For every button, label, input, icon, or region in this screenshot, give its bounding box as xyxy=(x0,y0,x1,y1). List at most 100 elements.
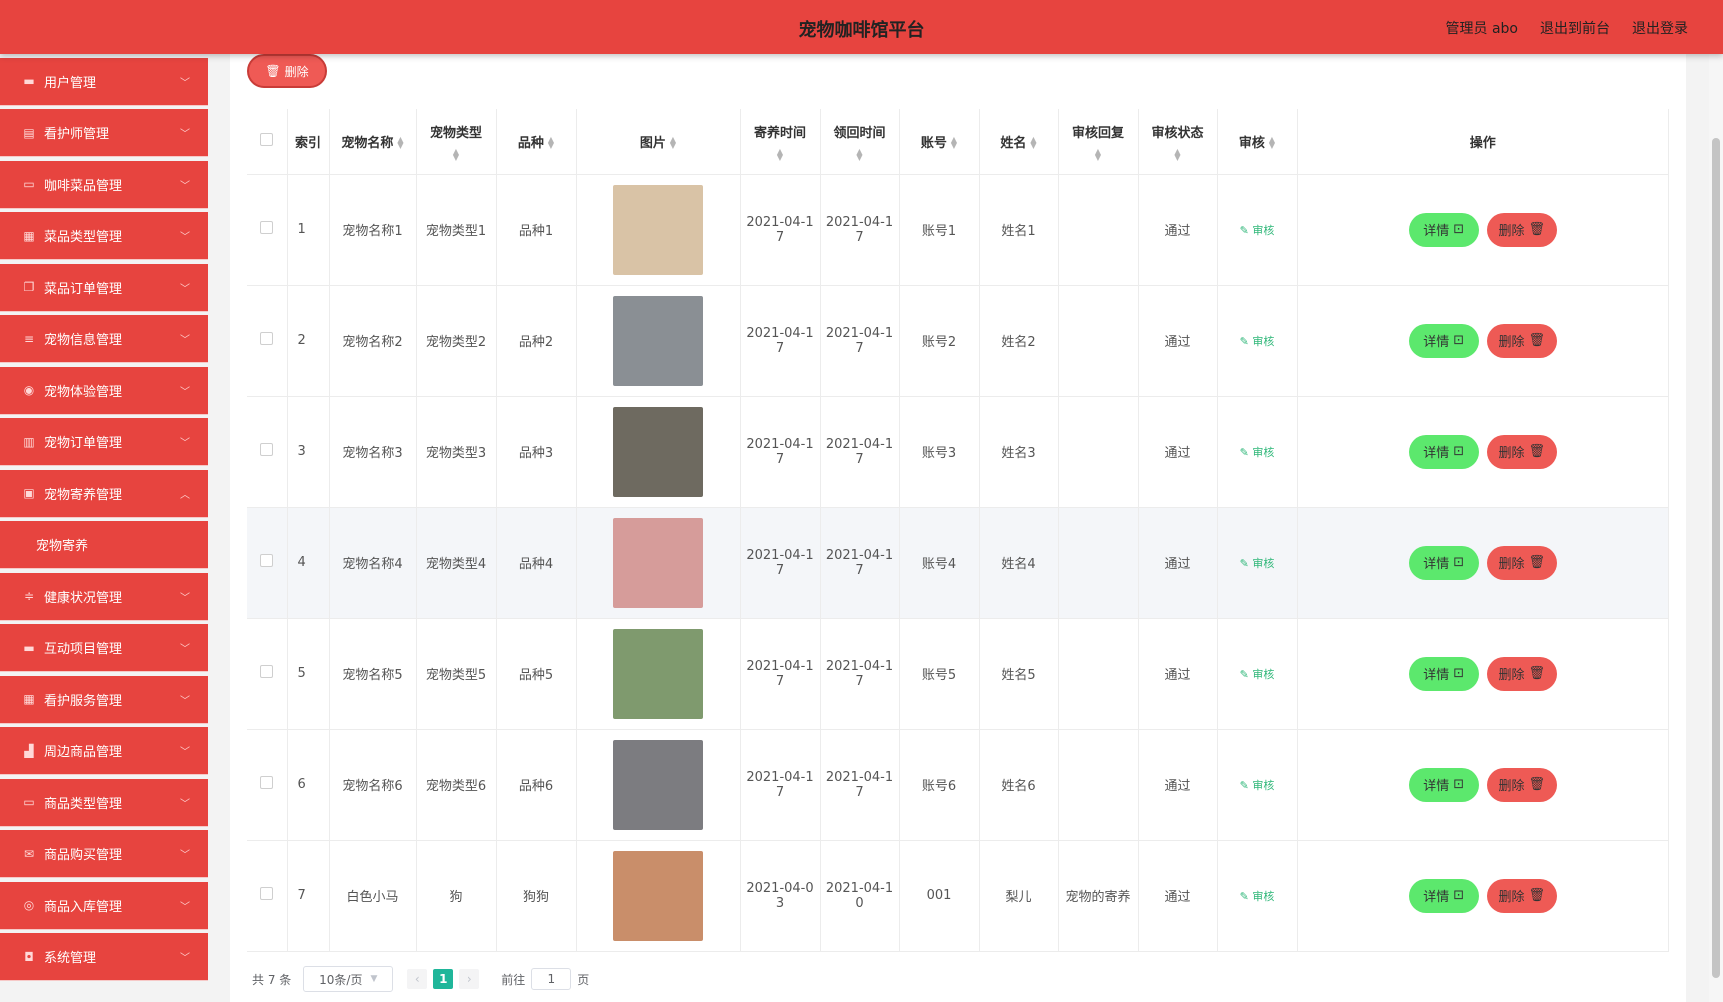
sidebar-item[interactable]: ≑ 健康状况管理 ﹀ xyxy=(0,572,208,621)
col-breed[interactable]: 品种 ▲ ▼ xyxy=(496,109,577,175)
table-row[interactable]: 7 白色小马狗狗狗 2021-04-0 3 2021-04-1 0 001 梨儿 宠物的寄养 通过… xyxy=(247,840,1669,952)
sidebar-item[interactable]: ▦ 菜品类型管理 ﹀ xyxy=(0,212,208,260)
logout-link[interactable]: 退出登录 xyxy=(1632,18,1688,38)
vertical-scrollbar[interactable] xyxy=(1709,54,1723,1002)
row-checkbox-cell[interactable] xyxy=(247,507,288,619)
back-to-front-link[interactable]: 退出到前台 xyxy=(1540,18,1610,38)
row-checkbox-cell[interactable] xyxy=(247,396,288,508)
col-audit[interactable]: 审核 ▲ ▼ xyxy=(1217,109,1298,175)
audit-link[interactable]: ✎ 审核 xyxy=(1240,224,1275,237)
sort-icon[interactable]: ▲ ▼ xyxy=(821,147,899,161)
detail-button[interactable]: 详情 ⊡ xyxy=(1408,212,1479,247)
delete-button[interactable]: 删除 🗑 xyxy=(1486,545,1557,580)
col-username[interactable]: 姓名 ▲ ▼ xyxy=(979,109,1059,175)
audit-link[interactable]: ✎ 审核 xyxy=(1240,446,1275,459)
pet-photo[interactable] xyxy=(613,295,703,386)
pet-photo[interactable] xyxy=(613,739,703,830)
row-checkbox[interactable] xyxy=(260,443,274,456)
select-all-checkbox[interactable] xyxy=(260,132,274,146)
sort-icon[interactable]: ▲ ▼ xyxy=(951,136,957,150)
row-checkbox-cell[interactable] xyxy=(247,285,288,397)
prev-page-button[interactable]: ‹ xyxy=(407,969,428,989)
sort-icon[interactable]: ▲ ▼ xyxy=(417,147,496,161)
row-checkbox-cell[interactable] xyxy=(247,729,288,841)
delete-button[interactable]: 删除 🗑 xyxy=(1486,656,1557,691)
row-checkbox[interactable] xyxy=(260,887,274,900)
delete-button[interactable]: 删除 🗑 xyxy=(1486,323,1557,358)
delete-button[interactable]: 删除 🗑 xyxy=(1486,767,1557,802)
sidebar-item[interactable]: ◘ 系统管理 ﹀ xyxy=(0,933,208,981)
sort-icon[interactable]: ▲ ▼ xyxy=(1030,136,1036,150)
sidebar-item[interactable]: ▬ 互动项目管理 ﹀ xyxy=(0,624,208,672)
page-1-button[interactable]: 1 xyxy=(433,969,454,989)
row-checkbox[interactable] xyxy=(260,554,274,567)
row-checkbox-cell[interactable] xyxy=(247,174,288,286)
col-status[interactable]: 审核状态 ▲ ▼ xyxy=(1138,109,1218,175)
detail-button[interactable]: 详情 ⊡ xyxy=(1408,323,1479,358)
col-name[interactable]: 宠物名称 ▲ ▼ xyxy=(329,109,417,175)
col-image[interactable]: 图片 ▲ ▼ xyxy=(576,109,741,175)
sort-icon[interactable]: ▲ ▼ xyxy=(548,136,554,150)
sort-icon[interactable]: ▲ ▼ xyxy=(397,136,403,150)
sidebar-item[interactable]: ▣ 宠物寄养管理 ︿ xyxy=(0,469,208,518)
audit-link[interactable]: ✎ 审核 xyxy=(1240,335,1275,348)
table-row[interactable]: 3 宠物名称3 宠物类型3 品种3 2021-04-1 7 2021-04-1 7 账号3 姓名3… xyxy=(247,396,1669,508)
delete-button[interactable]: 删除 🗑 xyxy=(1486,212,1557,247)
sidebar-subitem-pet-boarding[interactable]: 宠物寄养 xyxy=(0,521,208,569)
audit-link[interactable]: ✎ 审核 xyxy=(1240,557,1275,570)
detail-button[interactable]: 详情 ⊡ xyxy=(1408,878,1479,913)
sort-icon[interactable]: ▲ ▼ xyxy=(670,136,676,150)
page-size-select[interactable]: 10条/页 ▼ xyxy=(303,966,394,992)
col-account[interactable]: 账号 ▲ ▼ xyxy=(899,109,980,175)
sidebar-item[interactable]: ▭ 咖啡菜品管理 ﹀ xyxy=(0,160,208,209)
sidebar-item[interactable]: ▥ 宠物订单管理 ﹀ xyxy=(0,418,208,466)
col-reply[interactable]: 审核回复 ▲ ▼ xyxy=(1058,109,1139,175)
audit-link[interactable]: ✎ 审核 xyxy=(1240,890,1275,903)
detail-button[interactable]: 详情 ⊡ xyxy=(1408,767,1479,802)
table-row[interactable]: 6 宠物名称6 宠物类型6 品种6 2021-04-1 7 2021-04-1 7 账号6 姓名6… xyxy=(247,729,1669,841)
pet-photo[interactable] xyxy=(613,517,703,608)
pet-photo[interactable] xyxy=(613,850,703,941)
table-row[interactable]: 2 宠物名称2 宠物类型2 品种2 2021-04-1 7 2021-04-1 7 账号2 姓名2… xyxy=(247,285,1669,397)
delete-button[interactable]: 删除 🗑 xyxy=(1486,434,1557,469)
batch-delete-button[interactable]: 🗑 删除 xyxy=(247,54,327,88)
detail-button[interactable]: 详情 ⊡ xyxy=(1408,656,1479,691)
sidebar-item[interactable]: ≡ 宠物信息管理 ﹀ xyxy=(0,315,208,363)
audit-link[interactable]: ✎ 审核 xyxy=(1240,668,1275,681)
sidebar-item[interactable]: ▭ 商品类型管理 ﹀ xyxy=(0,778,208,827)
table-row[interactable]: 5 宠物名称5 宠物类型5 品种5 2021-04-1 7 2021-04-1 7 账号5 姓名5… xyxy=(247,618,1669,730)
detail-button[interactable]: 详情 ⊡ xyxy=(1408,545,1479,580)
row-checkbox[interactable] xyxy=(260,665,274,678)
sort-icon[interactable]: ▲ ▼ xyxy=(1059,147,1138,161)
scrollbar-thumb[interactable] xyxy=(1712,138,1720,978)
sidebar-item[interactable]: ▬ 用户管理 ﹀ xyxy=(0,57,208,106)
select-all-checkbox-cell[interactable] xyxy=(247,109,288,175)
row-checkbox[interactable] xyxy=(260,332,274,345)
col-type[interactable]: 宠物类型 ▲ ▼ xyxy=(416,109,497,175)
row-checkbox-cell[interactable] xyxy=(247,840,288,952)
sort-icon[interactable]: ▲ ▼ xyxy=(741,147,820,161)
table-row[interactable]: 4 宠物名称4 宠物类型4 品种4 2021-04-1 7 2021-04-1 7 账号4 姓名4… xyxy=(247,507,1669,619)
sort-icon[interactable]: ▲ ▼ xyxy=(1139,147,1217,161)
sidebar-item[interactable]: ▦ 看护服务管理 ﹀ xyxy=(0,675,208,724)
sidebar-item[interactable]: ❐ 菜品订单管理 ﹀ xyxy=(0,263,208,312)
sidebar-item[interactable]: ▤ 看护师管理 ﹀ xyxy=(0,109,208,157)
goto-page-input[interactable]: 1 xyxy=(531,968,572,990)
pet-photo[interactable] xyxy=(613,184,703,275)
pet-photo[interactable] xyxy=(613,406,703,497)
row-checkbox[interactable] xyxy=(260,776,274,789)
sidebar-item[interactable]: ◉ 宠物体验管理 ﹀ xyxy=(0,366,208,415)
pet-photo[interactable] xyxy=(613,628,703,719)
table-row[interactable]: 1 宠物名称1 宠物类型1 品种1 2021-04-1 7 2021-04-1 7 账号1 姓名1… xyxy=(247,174,1669,286)
row-checkbox-cell[interactable] xyxy=(247,618,288,730)
sidebar-item[interactable]: ✉ 商品购买管理 ﹀ xyxy=(0,830,208,878)
sidebar-item[interactable]: ◎ 商品入库管理 ﹀ xyxy=(0,881,208,930)
sort-icon[interactable]: ▲ ▼ xyxy=(1269,136,1275,150)
next-page-button[interactable]: › xyxy=(459,969,480,989)
row-checkbox[interactable] xyxy=(260,221,274,234)
sidebar-item[interactable]: ▟ 周边商品管理 ﹀ xyxy=(0,727,208,775)
col-start[interactable]: 寄养时间 ▲ ▼ xyxy=(740,109,821,175)
audit-link[interactable]: ✎ 审核 xyxy=(1240,779,1275,792)
col-end[interactable]: 领回时间 ▲ ▼ xyxy=(820,109,900,175)
detail-button[interactable]: 详情 ⊡ xyxy=(1408,434,1479,469)
